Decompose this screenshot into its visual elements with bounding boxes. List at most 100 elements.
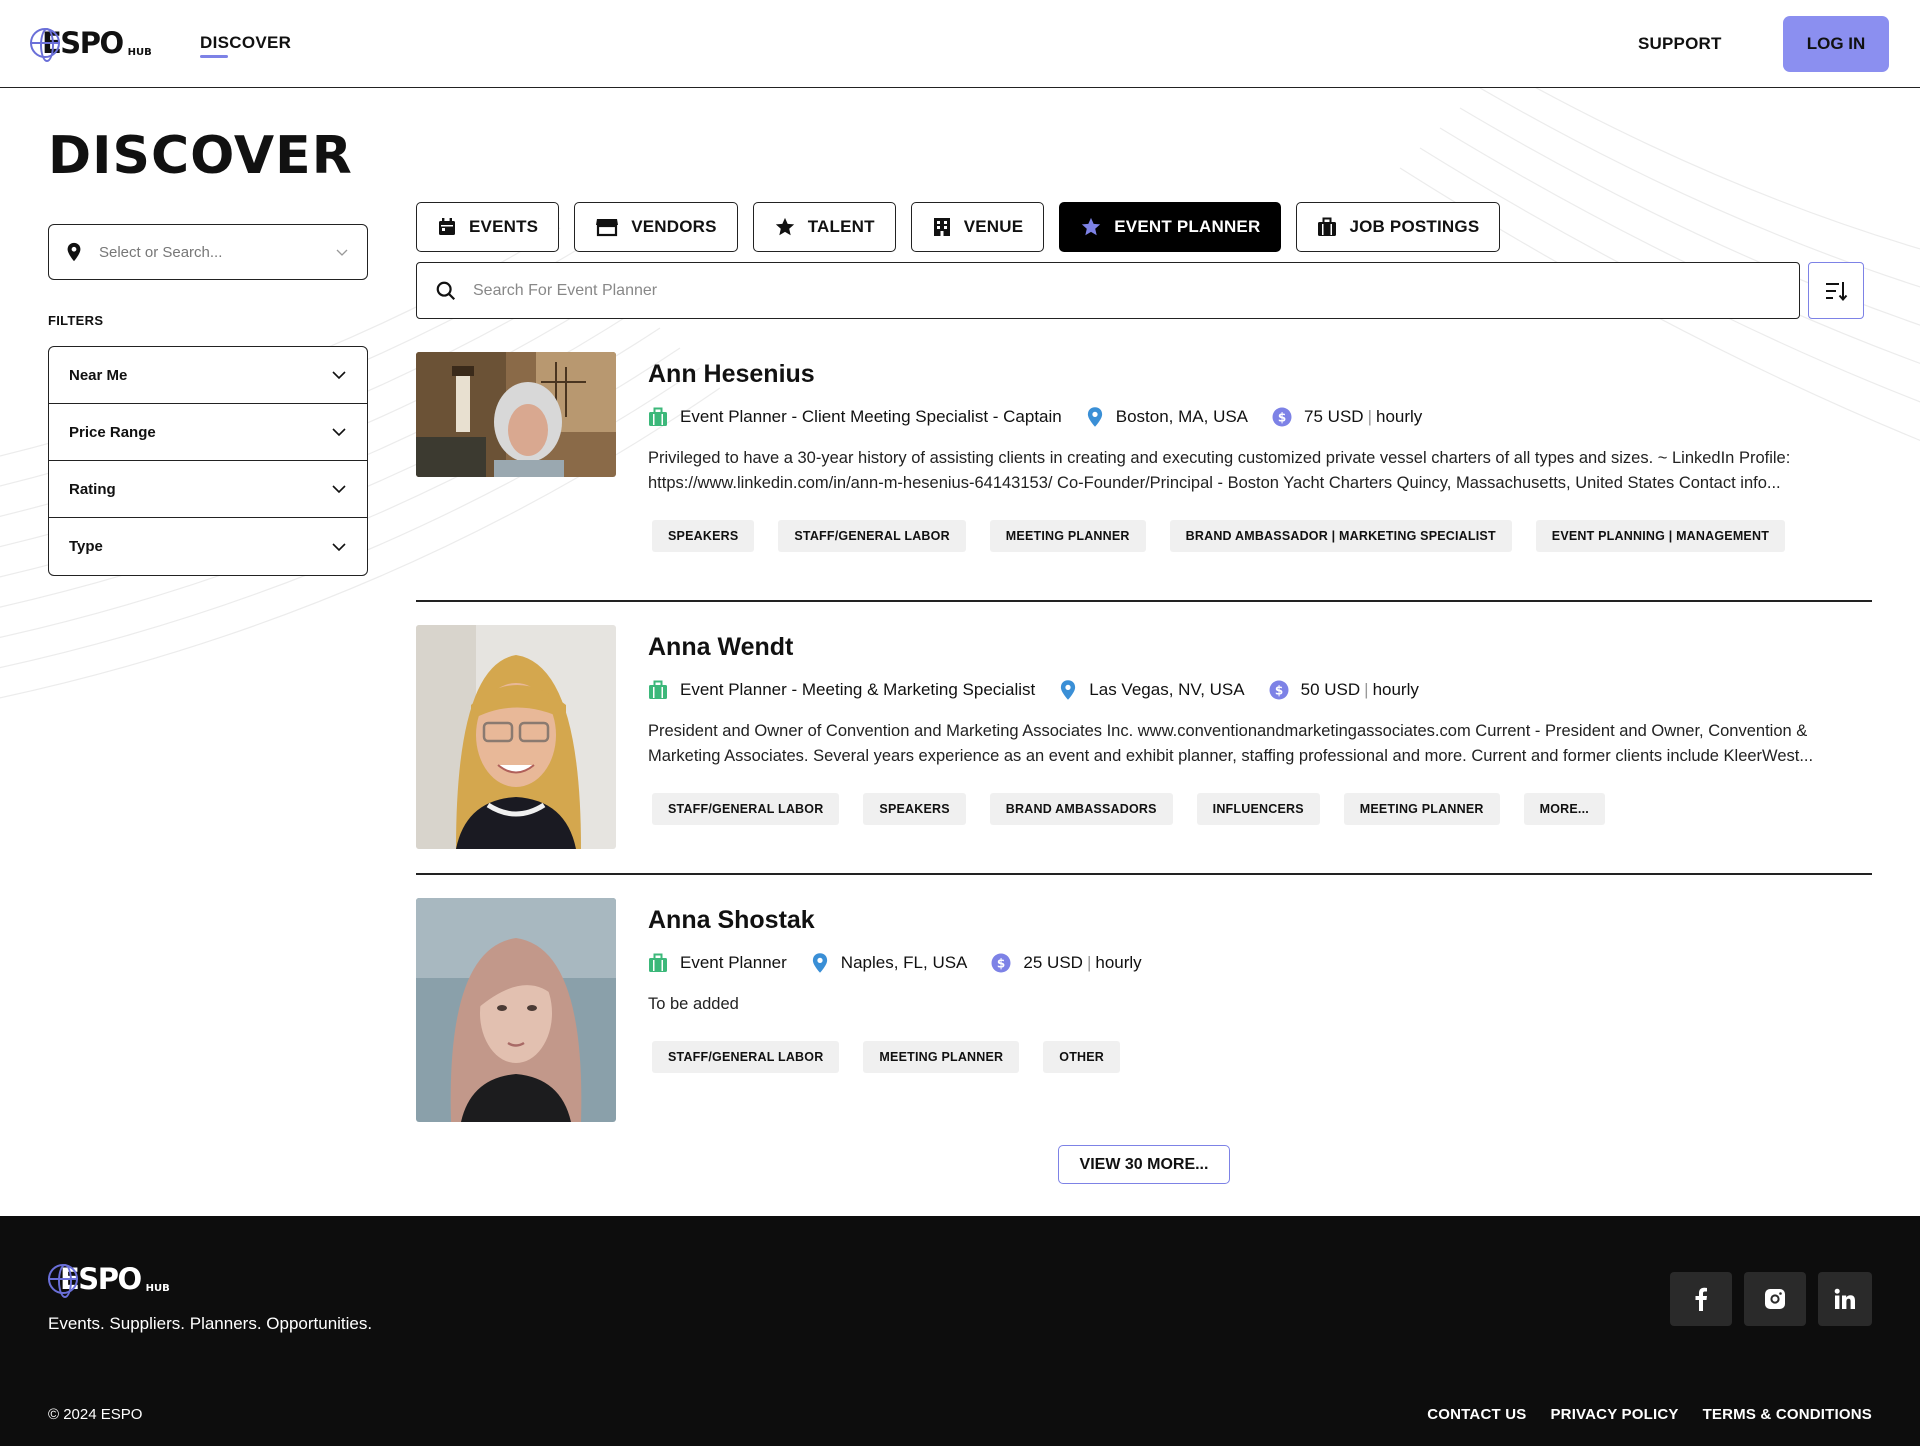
profile-photo[interactable] bbox=[416, 625, 616, 849]
planner-rate-unit: hourly bbox=[1375, 407, 1423, 426]
filter-rating[interactable]: Rating bbox=[49, 461, 367, 518]
map-pin-icon bbox=[812, 953, 827, 973]
tab-label: VENDORS bbox=[631, 217, 717, 236]
chevron-down-icon bbox=[332, 485, 346, 494]
briefcase-icon bbox=[649, 953, 667, 972]
chevron-down-icon bbox=[332, 542, 346, 551]
facebook-icon bbox=[1695, 1287, 1707, 1311]
view-more-button[interactable]: VIEW 30 MORE... bbox=[1058, 1145, 1230, 1184]
planner-description: Privileged to have a 30-year history of … bbox=[648, 449, 1791, 492]
planner-name[interactable]: Ann Hesenius bbox=[648, 360, 815, 389]
star-icon bbox=[775, 217, 794, 236]
footer-tagline: Events. Suppliers. Planners. Opportuniti… bbox=[48, 1314, 373, 1333]
footer: ESPO HUB Events. Suppliers. Planners. Op… bbox=[0, 1216, 1920, 1446]
filter-label: Near Me bbox=[69, 366, 128, 384]
terms-link[interactable]: TERMS & CONDITIONS bbox=[1703, 1406, 1872, 1423]
linkedin-link[interactable] bbox=[1818, 1272, 1872, 1326]
planner-meta: Event Planner Naples, FL, USA $ 25 USD |… bbox=[648, 952, 1166, 974]
chevron-down-icon bbox=[332, 371, 346, 380]
filters-label: FILTERS bbox=[48, 313, 104, 328]
espo-logo[interactable]: ESPO HUB bbox=[48, 1264, 170, 1298]
nav-support[interactable]: SUPPORT bbox=[1638, 34, 1722, 54]
svg-text:$: $ bbox=[1274, 684, 1282, 698]
tag[interactable]: STAFF/GENERAL LABOR bbox=[652, 1041, 840, 1073]
briefcase-icon bbox=[1318, 217, 1337, 236]
tab-vendors[interactable]: VENDORS bbox=[574, 202, 738, 252]
planner-card[interactable]: Anna Shostak Event Planner Naples, FL, U… bbox=[416, 898, 1872, 1122]
planner-role: Event Planner bbox=[680, 953, 787, 972]
location-select[interactable]: Select or Search... bbox=[48, 224, 368, 280]
globe-icon bbox=[30, 28, 60, 62]
filter-type[interactable]: Type bbox=[49, 518, 367, 575]
instagram-link[interactable] bbox=[1744, 1272, 1806, 1326]
planner-rate: 75 USD bbox=[1304, 407, 1364, 426]
tag[interactable]: STAFF/GENERAL LABOR bbox=[778, 520, 966, 552]
tab-venue[interactable]: VENUE bbox=[910, 202, 1045, 252]
planner-card[interactable]: Ann Hesenius Event Planner - Client Meet… bbox=[416, 352, 1872, 588]
tab-job-postings[interactable]: JOB POSTINGS bbox=[1296, 202, 1501, 252]
planner-description: President and Owner of Convention and Ma… bbox=[648, 722, 1814, 765]
tag[interactable]: SPEAKERS bbox=[863, 793, 966, 825]
page-title: DISCOVER bbox=[48, 126, 353, 186]
planner-rate-unit: hourly bbox=[1095, 953, 1142, 972]
nav-active-indicator bbox=[200, 55, 228, 58]
contact-us-link[interactable]: CONTACT US bbox=[1427, 1406, 1526, 1423]
linkedin-icon bbox=[1834, 1288, 1855, 1309]
login-button[interactable]: LOG IN bbox=[1783, 16, 1889, 72]
more-tags-button[interactable]: MORE... bbox=[1523, 793, 1605, 825]
building-icon bbox=[933, 218, 950, 236]
tag[interactable]: INFLUENCERS bbox=[1196, 793, 1320, 825]
tag-list: SPEAKERS STAFF/GENERAL LABOR MEETING PLA… bbox=[652, 520, 1786, 552]
tag-list: STAFF/GENERAL LABOR SPEAKERS BRAND AMBAS… bbox=[652, 793, 1605, 825]
espo-logo[interactable]: ESPO HUB bbox=[30, 28, 152, 62]
briefcase-icon bbox=[649, 407, 667, 426]
svg-text:$: $ bbox=[997, 957, 1005, 971]
filter-near-me[interactable]: Near Me bbox=[49, 347, 367, 404]
tag[interactable]: BRAND AMBASSADORS bbox=[989, 793, 1173, 825]
map-pin-icon bbox=[67, 242, 81, 262]
facebook-link[interactable] bbox=[1670, 1272, 1732, 1326]
tag[interactable]: EVENT PLANNING | MANAGEMENT bbox=[1535, 520, 1786, 552]
profile-photo[interactable] bbox=[416, 898, 616, 1122]
sort-icon bbox=[1826, 281, 1848, 301]
search-icon bbox=[436, 281, 456, 300]
filter-label: Price Range bbox=[69, 423, 156, 441]
location-placeholder: Select or Search... bbox=[99, 243, 223, 261]
tag[interactable]: MEETING PLANNER bbox=[863, 1041, 1020, 1073]
search-placeholder: Search For Event Planner bbox=[473, 281, 658, 299]
footer-links: CONTACT US PRIVACY POLICY TERMS & CONDIT… bbox=[1427, 1406, 1872, 1423]
social-links bbox=[1670, 1272, 1872, 1326]
calendar-icon bbox=[439, 218, 455, 235]
tag[interactable]: SPEAKERS bbox=[652, 520, 755, 552]
tab-talent[interactable]: TALENT bbox=[752, 202, 896, 252]
tag[interactable]: OTHER bbox=[1043, 1041, 1121, 1073]
profile-photo[interactable] bbox=[416, 352, 616, 477]
tag[interactable]: MEETING PLANNER bbox=[989, 520, 1146, 552]
planner-rate-unit: hourly bbox=[1372, 680, 1419, 699]
category-tabs: EVENTS VENDORS TALENT VENUE EVENT PLANNE… bbox=[416, 202, 1501, 252]
tag[interactable]: BRAND AMBASSADOR | MARKETING SPECIALIST bbox=[1169, 520, 1512, 552]
chevron-down-icon bbox=[332, 428, 346, 437]
tab-label: EVENT PLANNER bbox=[1114, 217, 1261, 236]
tab-event-planner[interactable]: EVENT PLANNER bbox=[1059, 202, 1282, 252]
tab-events[interactable]: EVENTS bbox=[416, 202, 560, 252]
tab-label: TALENT bbox=[807, 217, 875, 236]
planner-name[interactable]: Anna Shostak bbox=[648, 906, 815, 935]
filter-price-range[interactable]: Price Range bbox=[49, 404, 367, 461]
privacy-policy-link[interactable]: PRIVACY POLICY bbox=[1550, 1406, 1678, 1423]
search-input[interactable]: Search For Event Planner bbox=[416, 262, 1800, 319]
logo-sub: HUB bbox=[127, 47, 152, 58]
sort-button[interactable] bbox=[1808, 262, 1864, 319]
nav-discover[interactable]: DISCOVER bbox=[200, 33, 291, 53]
map-pin-icon bbox=[1087, 407, 1102, 427]
tab-label: EVENTS bbox=[469, 217, 539, 236]
planner-card[interactable]: Anna Wendt Event Planner - Meeting & Mar… bbox=[416, 625, 1872, 849]
filters-panel: Near Me Price Range Rating Type bbox=[48, 346, 368, 576]
tag[interactable]: STAFF/GENERAL LABOR bbox=[652, 793, 840, 825]
map-pin-icon bbox=[1061, 680, 1076, 700]
planner-role: Event Planner - Client Meeting Specialis… bbox=[680, 407, 1062, 426]
tag[interactable]: MEETING PLANNER bbox=[1343, 793, 1500, 825]
planner-rate: 25 USD bbox=[1023, 953, 1083, 972]
dollar-icon: $ bbox=[991, 953, 1011, 973]
planner-name[interactable]: Anna Wendt bbox=[648, 633, 793, 662]
